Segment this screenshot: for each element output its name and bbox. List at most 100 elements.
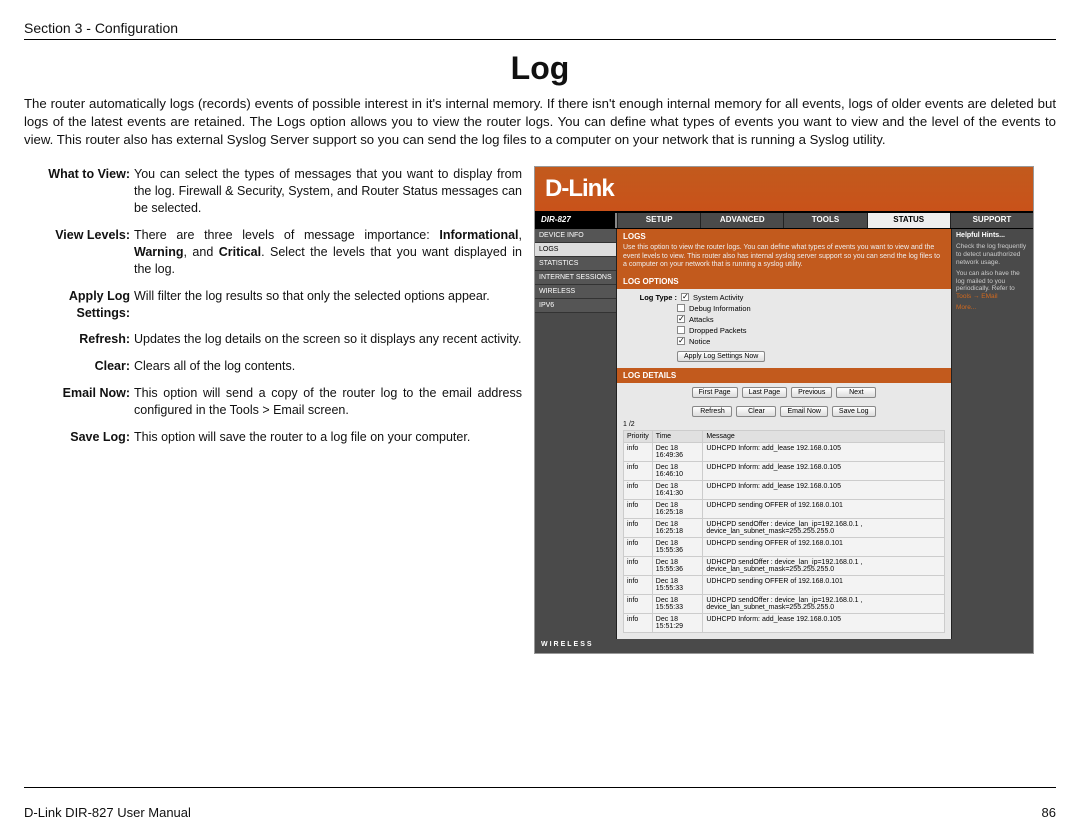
brand-logo: D-Link: [545, 175, 614, 203]
log-details-panel: First Page Last PagePrevious Next Refresh C…: [617, 383, 951, 639]
definition-desc: Updates the log details on the screen so…: [134, 331, 522, 348]
definition-term: View Levels:: [24, 227, 134, 278]
definition-term: Apply Log Settings:: [24, 288, 134, 322]
log-last-page-button[interactable]: Last Page: [742, 387, 788, 398]
log-cell: UDHCPD Inform: add_lease 192.168.0.105: [703, 461, 945, 480]
log-cell: UDHCPD sendOffer : device_lan_ip=192.168…: [703, 518, 945, 537]
log-cell: UDHCPD sending OFFER of 192.168.0.101: [703, 537, 945, 556]
log-next-button[interactable]: Next: [836, 387, 876, 398]
table-row: infoDec 18 15:55:36UDHCPD sendOffer : de…: [624, 556, 945, 575]
log-cell: UDHCPD sendOffer : device_lan_ip=192.168…: [703, 594, 945, 613]
log-cell: UDHCPD Inform: add_lease 192.168.0.105: [703, 613, 945, 632]
page-title: Log: [24, 50, 1056, 87]
log-cell: Dec 18 15:55:36: [652, 556, 703, 575]
apply-log-settings-button[interactable]: Apply Log Settings Now: [677, 351, 765, 362]
definition-term: What to View:: [24, 166, 134, 217]
log-cell: info: [624, 594, 653, 613]
definition-term: Refresh:: [24, 331, 134, 348]
log-col-header: Message: [703, 430, 945, 442]
log-type-checkbox[interactable]: [677, 326, 685, 334]
definition-desc: You can select the types of messages tha…: [134, 166, 522, 217]
log-type-checkbox[interactable]: [677, 337, 685, 345]
log-previous-button[interactable]: Previous: [791, 387, 832, 398]
log-cell: info: [624, 499, 653, 518]
log-cell: Dec 18 15:51:29: [652, 613, 703, 632]
log-cell: UDHCPD sending OFFER of 192.168.0.101: [703, 499, 945, 518]
table-row: infoDec 18 15:55:33UDHCPD sendOffer : de…: [624, 594, 945, 613]
log-col-header: Priority: [624, 430, 653, 442]
router-sidenav: DEVICE INFOLOGSSTATISTICSINTERNET SESSIO…: [535, 229, 617, 638]
log-cell: info: [624, 613, 653, 632]
sidenav-item[interactable]: WIRELESS: [535, 285, 616, 299]
definition-desc: Will filter the log results so that only…: [134, 288, 522, 322]
log-cell: UDHCPD sendOffer : device_lan_ip=192.168…: [703, 556, 945, 575]
definition-term: Email Now:: [24, 385, 134, 419]
sidenav-item[interactable]: IPV6: [535, 299, 616, 313]
log-type-option: Dropped Packets: [689, 326, 747, 335]
definition-term: Clear:: [24, 358, 134, 375]
log-options-panel: Log Type : System Activity Debug Informati…: [617, 289, 951, 368]
log-cell: info: [624, 442, 653, 461]
table-row: infoDec 18 15:51:29UDHCPD Inform: add_le…: [624, 613, 945, 632]
tab-support[interactable]: SUPPORT: [950, 213, 1033, 228]
logs-title: LOGS: [617, 229, 951, 244]
definition-desc: Clears all of the log contents.: [134, 358, 522, 375]
definitions-list: What to View:You can select the types of…: [24, 166, 522, 445]
log-type-checkbox[interactable]: [677, 304, 685, 312]
log-cell: Dec 18 16:46:10: [652, 461, 703, 480]
hints-more-link[interactable]: More...: [956, 304, 1029, 312]
table-row: infoDec 18 16:25:18UDHCPD sending OFFER …: [624, 499, 945, 518]
sidenav-item[interactable]: STATISTICS: [535, 257, 616, 271]
hints-p1: Check the log frequently to detect unaut…: [956, 243, 1029, 266]
log-type-option: System Activity: [693, 293, 743, 302]
helpful-hints-panel: Helpful Hints... Check the log frequentl…: [951, 229, 1033, 638]
bottom-rule: [24, 787, 1056, 788]
hints-email-link[interactable]: Tools → EMail: [956, 293, 998, 300]
log-cell: UDHCPD sending OFFER of 192.168.0.101: [703, 575, 945, 594]
definition-term: Save Log:: [24, 429, 134, 446]
tab-setup[interactable]: SETUP: [617, 213, 700, 228]
log-type-option: Debug Information: [689, 304, 751, 313]
tab-advanced[interactable]: ADVANCED: [700, 213, 783, 228]
log-first-page-button[interactable]: First Page: [692, 387, 738, 398]
definition-desc: This option will save the router to a lo…: [134, 429, 522, 446]
log-cell: Dec 18 16:41:30: [652, 480, 703, 499]
tab-status[interactable]: STATUS: [867, 213, 950, 228]
log-cell: Dec 18 15:55:36: [652, 537, 703, 556]
model-label: DIR-827: [535, 213, 617, 228]
table-row: infoDec 18 16:49:36UDHCPD Inform: add_le…: [624, 442, 945, 461]
page-indicator: 1 /2: [617, 421, 951, 430]
router-footer: WIRELESS: [535, 639, 1033, 653]
log-cell: info: [624, 461, 653, 480]
table-row: infoDec 18 15:55:33UDHCPD sending OFFER …: [624, 575, 945, 594]
router-main-panel: LOGS Use this option to view the router …: [617, 229, 951, 638]
sidenav-item[interactable]: DEVICE INFO: [535, 229, 616, 243]
router-screenshot: D-Link DIR-827 SETUPADVANCEDTOOLSSTATUSS…: [534, 166, 1034, 653]
log-cell: Dec 18 16:49:36: [652, 442, 703, 461]
log-clear-button[interactable]: Clear: [736, 406, 776, 417]
log-type-label: Log Type :: [623, 293, 677, 302]
sidenav-item[interactable]: LOGS: [535, 243, 616, 257]
table-row: infoDec 18 16:25:18UDHCPD sendOffer : de…: [624, 518, 945, 537]
footer-left: D-Link DIR-827 User Manual: [24, 805, 191, 820]
table-row: infoDec 18 15:55:36UDHCPD sending OFFER …: [624, 537, 945, 556]
log-email-now-button[interactable]: Email Now: [780, 406, 827, 417]
logs-description: Use this option to view the router logs.…: [617, 244, 951, 273]
log-cell: Dec 18 15:55:33: [652, 575, 703, 594]
log-col-header: Time: [652, 430, 703, 442]
section-header: Section 3 - Configuration: [24, 20, 1056, 36]
definition-desc: There are three levels of message import…: [134, 227, 522, 278]
log-cell: Dec 18 16:25:18: [652, 499, 703, 518]
table-row: infoDec 18 16:46:10UDHCPD Inform: add_le…: [624, 461, 945, 480]
log-cell: UDHCPD Inform: add_lease 192.168.0.105: [703, 480, 945, 499]
tab-tools[interactable]: TOOLS: [783, 213, 866, 228]
log-cell: info: [624, 575, 653, 594]
log-type-checkbox[interactable]: [681, 293, 689, 301]
log-options-title: LOG OPTIONS: [617, 274, 951, 289]
sidenav-item[interactable]: INTERNET SESSIONS: [535, 271, 616, 285]
log-cell: Dec 18 15:55:33: [652, 594, 703, 613]
log-type-checkbox[interactable]: [677, 315, 685, 323]
log-refresh-button[interactable]: Refresh: [692, 406, 732, 417]
log-save-log-button[interactable]: Save Log: [832, 406, 876, 417]
log-cell: info: [624, 556, 653, 575]
